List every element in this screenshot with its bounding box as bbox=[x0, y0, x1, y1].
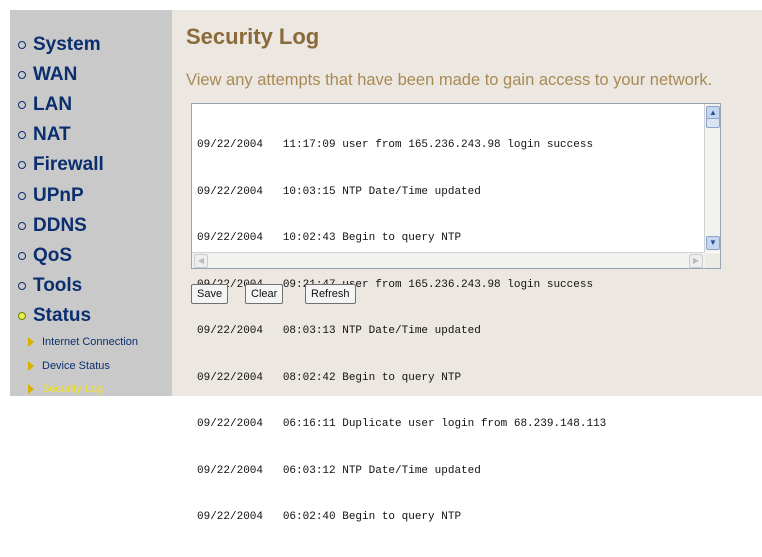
nav-item-status[interactable]: Status bbox=[18, 305, 91, 327]
nav-label: UPnP bbox=[33, 185, 84, 206]
nav-item-wan[interactable]: WAN bbox=[18, 64, 77, 86]
nav-label: WAN bbox=[33, 64, 78, 85]
refresh-button[interactable]: Refresh bbox=[305, 284, 356, 304]
vertical-scrollbar[interactable]: ▲ ▼ bbox=[704, 104, 720, 252]
subnav-label: Security Log bbox=[42, 383, 104, 395]
nav-item-upnp[interactable]: UPnP bbox=[18, 185, 84, 207]
nav-label: LAN bbox=[33, 94, 73, 115]
log-line: 09/22/2004 06:03:12 NTP Date/Time update… bbox=[197, 464, 481, 477]
bullet-icon bbox=[18, 282, 26, 290]
log-line: 09/22/2004 10:02:43 Begin to query NTP bbox=[197, 232, 462, 244]
clear-button[interactable]: Clear bbox=[245, 284, 284, 304]
subnav-internet-connection[interactable]: Internet Connection bbox=[28, 336, 138, 348]
nav-label: Tools bbox=[33, 275, 83, 296]
subnav-label: Device Status bbox=[42, 360, 110, 372]
bullet-icon bbox=[18, 71, 26, 79]
bullet-icon bbox=[18, 41, 26, 49]
nav-item-qos[interactable]: QoS bbox=[18, 245, 72, 267]
nav-item-ddns[interactable]: DDNS bbox=[18, 215, 87, 237]
log-line: 09/22/2004 11:17:09 user from 165.236.24… bbox=[197, 139, 594, 151]
nav-item-tools[interactable]: Tools bbox=[18, 275, 82, 297]
subnav-security-log[interactable]: Security Log bbox=[28, 383, 103, 395]
nav-item-system[interactable]: System bbox=[18, 34, 101, 56]
log-line: 09/22/2004 06:02:40 Begin to query NTP bbox=[197, 511, 462, 523]
bullet-icon bbox=[18, 312, 26, 320]
nav-label: Firewall bbox=[33, 154, 104, 175]
sidebar: System WAN LAN NAT Firewall UPnP DDNS Qo… bbox=[10, 10, 172, 396]
arrow-icon bbox=[28, 384, 34, 394]
log-line: 09/22/2004 10:03:15 NTP Date/Time update… bbox=[197, 185, 481, 198]
nav-item-nat[interactable]: NAT bbox=[18, 124, 71, 146]
scroll-left-icon[interactable]: ◀ bbox=[194, 254, 208, 268]
save-button[interactable]: Save bbox=[191, 284, 229, 304]
main-panel: Security Log View any attempts that have… bbox=[172, 10, 762, 523]
bullet-icon bbox=[18, 252, 26, 260]
log-content: 09/22/2004 11:17:09 user from 165.236.24… bbox=[197, 107, 606, 557]
bullet-icon bbox=[18, 161, 26, 169]
page-title: Security Log bbox=[186, 24, 320, 49]
nav-label: QoS bbox=[33, 245, 73, 266]
nav-item-lan[interactable]: LAN bbox=[18, 94, 72, 116]
scroll-thumb[interactable] bbox=[706, 118, 720, 128]
nav-label: NAT bbox=[33, 124, 71, 145]
horizontal-scrollbar[interactable]: ◀ ▶ bbox=[192, 252, 705, 268]
nav-label: DDNS bbox=[33, 215, 87, 236]
nav-label: Status bbox=[33, 305, 92, 326]
nav-item-firewall[interactable]: Firewall bbox=[18, 154, 104, 176]
nav-label: System bbox=[33, 34, 101, 55]
log-line: 09/22/2004 08:02:42 Begin to query NTP bbox=[197, 371, 462, 384]
bullet-icon bbox=[18, 101, 26, 109]
scroll-down-icon[interactable]: ▼ bbox=[706, 236, 720, 250]
scrollbar-corner bbox=[705, 253, 720, 268]
log-line: 09/22/2004 06:16:11 Duplicate user login… bbox=[197, 418, 607, 430]
page-description: View any attempts that have been made to… bbox=[186, 71, 713, 89]
log-textarea[interactable]: 09/22/2004 11:17:09 user from 165.236.24… bbox=[191, 103, 721, 523]
router-ui: System WAN LAN NAT Firewall UPnP DDNS Qo… bbox=[10, 10, 762, 523]
bullet-icon bbox=[18, 192, 26, 200]
bullet-icon bbox=[18, 222, 26, 230]
subnav-label: Internet Connection bbox=[42, 336, 139, 348]
arrow-icon bbox=[28, 361, 34, 371]
log-line: 09/22/2004 08:03:13 NTP Date/Time update… bbox=[197, 325, 481, 337]
scroll-right-icon[interactable]: ▶ bbox=[689, 254, 703, 268]
bullet-icon bbox=[18, 131, 26, 139]
arrow-icon bbox=[28, 337, 34, 347]
subnav-device-status[interactable]: Device Status bbox=[28, 360, 110, 372]
